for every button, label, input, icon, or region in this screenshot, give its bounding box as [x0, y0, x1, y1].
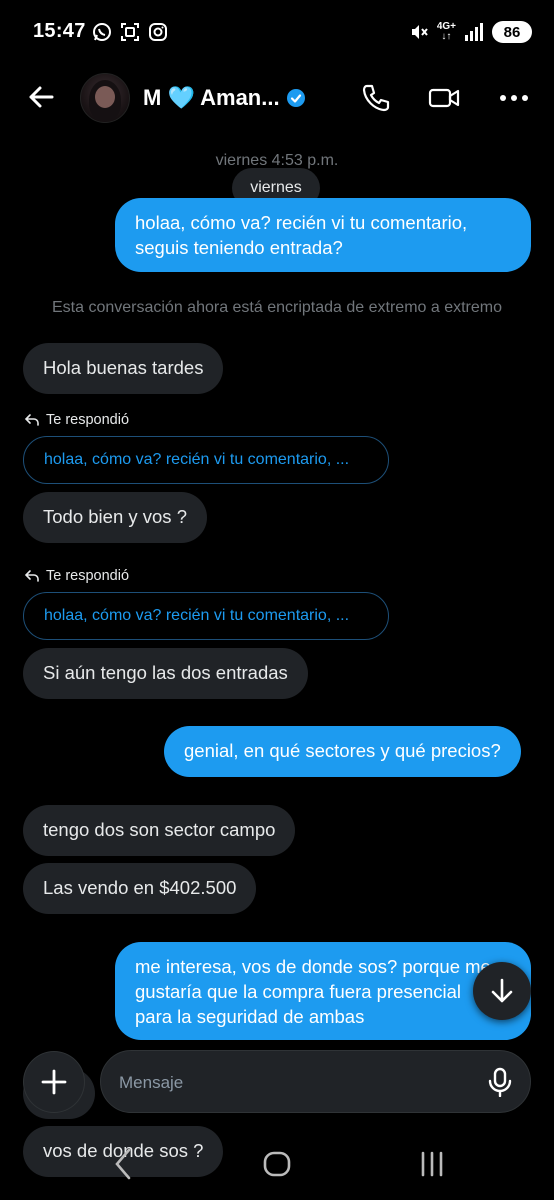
reply-quote[interactable]: holaa, cómo va? recién vi tu comentario,…: [23, 592, 389, 640]
signal-icon: [465, 23, 483, 41]
message-incoming[interactable]: Todo bien y vos ?: [23, 492, 207, 543]
scroll-down-button[interactable]: [473, 962, 531, 1020]
add-attachment-button[interactable]: [24, 1052, 84, 1112]
nav-home-icon[interactable]: [262, 1146, 292, 1182]
battery-level: 86: [503, 23, 521, 41]
message-outgoing[interactable]: holaa, cómo va? recién vi tu comentario,…: [115, 198, 531, 272]
reply-quote[interactable]: holaa, cómo va? recién vi tu comentario,…: [23, 436, 389, 484]
screenshot-icon: [121, 23, 139, 41]
instagram-icon: [149, 23, 167, 41]
reply-label: Te respondió: [24, 412, 129, 428]
encryption-note: Esta conversación ahora está encriptada …: [51, 299, 503, 316]
status-time: 15:47: [33, 20, 86, 42]
whatsapp-icon: [93, 23, 111, 41]
plus-icon: [41, 1069, 67, 1095]
network-icon: 4G+ ↓↑: [436, 21, 456, 42]
avatar[interactable]: [80, 73, 130, 123]
verified-badge-icon: [286, 89, 305, 107]
message-line: seguis teniendo entrada?: [135, 237, 343, 258]
nav-back-icon[interactable]: [112, 1146, 134, 1182]
message-line: para la seguridad de ambas: [135, 1006, 365, 1027]
message-line: me interesa, vos de donde sos? porque me: [135, 956, 491, 977]
reply-label-text: Te respondió: [46, 568, 130, 584]
message-input[interactable]: [117, 1051, 481, 1114]
message-outgoing[interactable]: genial, en qué sectores y qué precios?: [164, 726, 521, 777]
back-arrow-icon[interactable]: [26, 82, 56, 112]
message-line: gustaría que la compra fuera presencial: [135, 981, 461, 1002]
message-incoming[interactable]: Si aún tengo las dos entradas: [23, 648, 308, 699]
reply-icon: [24, 570, 39, 582]
network-label: 4G+: [436, 21, 456, 32]
contact-name[interactable]: M 🩵 Aman...: [143, 85, 306, 111]
arrow-down-icon: [491, 978, 513, 1003]
microphone-icon[interactable]: [486, 1067, 514, 1097]
more-icon[interactable]: [498, 82, 530, 114]
message-incoming[interactable]: Las vendo en $402.500: [23, 863, 257, 914]
phone-icon[interactable]: [360, 82, 392, 114]
message-incoming[interactable]: tengo dos son sector campo: [23, 805, 296, 856]
message-line: holaa, cómo va? recién vi tu comentario,: [135, 212, 468, 233]
reply-label: Te respondió: [24, 568, 129, 584]
battery-icon: 86: [492, 21, 532, 43]
reply-label-text: Te respondió: [46, 412, 130, 428]
status-icons-right: 4G+ ↓↑ 86: [409, 21, 532, 43]
video-icon[interactable]: [428, 82, 460, 114]
nav-recents-icon[interactable]: [419, 1146, 445, 1182]
message-outgoing[interactable]: me interesa, vos de donde sos? porque me…: [115, 942, 531, 1040]
contact-name-label: M 🩵 Aman...: [143, 85, 280, 110]
message-composer[interactable]: [100, 1050, 531, 1114]
mute-icon: [411, 25, 428, 39]
status-icons-left: [92, 22, 168, 42]
reply-icon: [24, 414, 39, 426]
message-incoming[interactable]: Hola buenas tardes: [23, 343, 224, 394]
